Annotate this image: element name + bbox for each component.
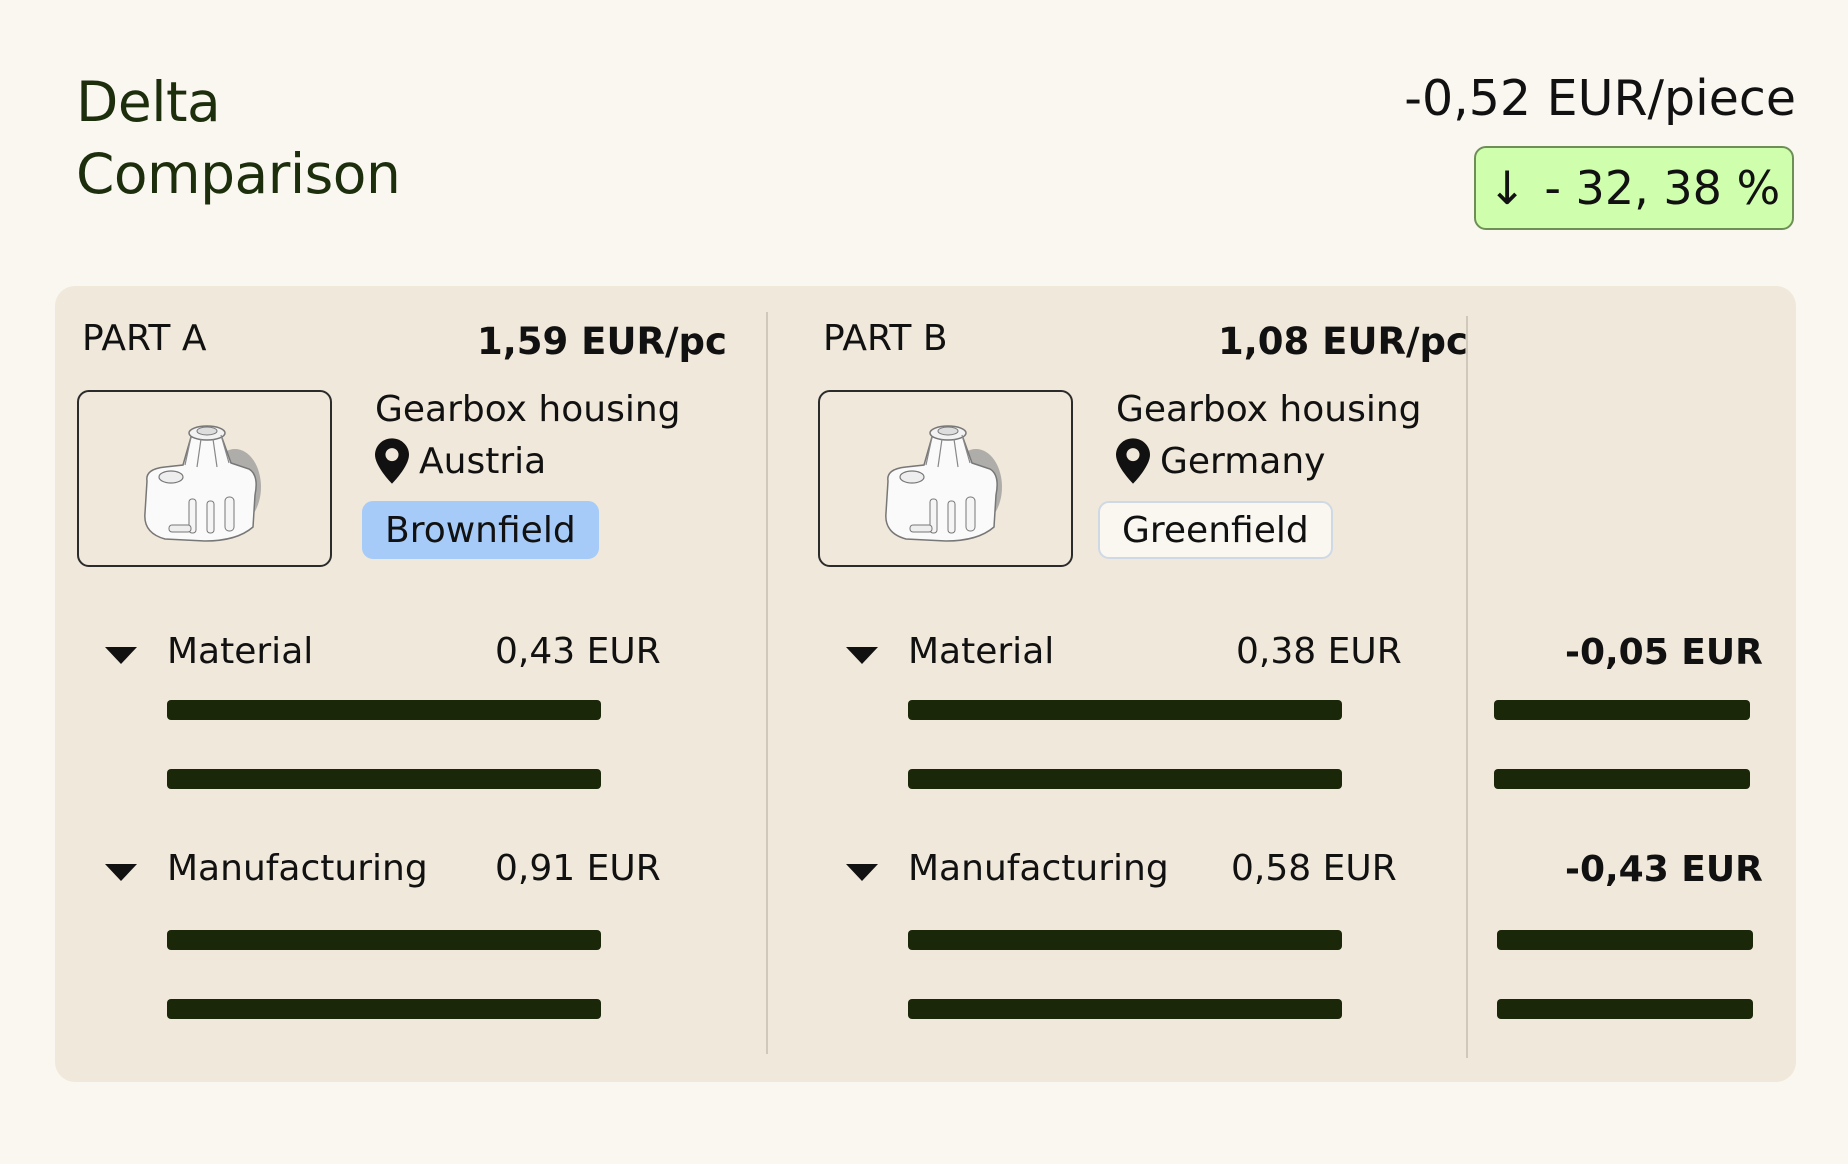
part-name: Gearbox housing (375, 389, 681, 430)
cost-bar (167, 999, 601, 1019)
arrow-down-icon: ↓ (1487, 161, 1527, 215)
part-a-column: PART A 1,59 EUR/pc Gearbox housing Austr… (55, 286, 795, 1082)
part-b-column: PART B 1,08 EUR/pc Gearbox housing Germa… (796, 286, 1468, 1082)
category-value: 0,38 EUR (1236, 631, 1402, 672)
title-line-1: Delta (76, 70, 221, 134)
category-row-material[interactable]: Material 0,38 EUR (796, 631, 1446, 681)
delta-bar (1494, 700, 1750, 720)
delta-value-material: -0,05 EUR (1565, 632, 1763, 673)
cost-bar (908, 999, 1342, 1019)
delta-percent-badge: ↓ - 32, 38 % (1474, 146, 1794, 230)
delta-bar (1494, 769, 1750, 789)
part-price: 1,08 EUR/pc (1218, 320, 1468, 363)
part-thumbnail[interactable] (818, 390, 1073, 567)
comparison-panel: PART A 1,59 EUR/pc Gearbox housing Austr… (55, 286, 1796, 1082)
caret-down-icon[interactable] (105, 864, 137, 881)
cost-bar (167, 700, 601, 720)
site-type-tag: Greenfield (1098, 501, 1333, 559)
part-label: PART A (82, 318, 207, 359)
category-label: Manufacturing (908, 848, 1169, 889)
category-label: Manufacturing (167, 848, 428, 889)
location-pin-icon (375, 438, 409, 484)
delta-bar (1497, 999, 1753, 1019)
caret-down-icon[interactable] (846, 864, 878, 881)
cost-bar (908, 769, 1342, 789)
part-thumbnail[interactable] (77, 390, 332, 567)
part-label: PART B (823, 318, 948, 359)
location-text: Austria (419, 440, 547, 482)
category-row-manufacturing[interactable]: Manufacturing 0,58 EUR (796, 848, 1446, 898)
location-text: Germany (1160, 440, 1326, 482)
category-value: 0,58 EUR (1231, 848, 1397, 889)
delta-column: -0,05 EUR -0,43 EUR (1467, 286, 1796, 1082)
caret-down-icon[interactable] (846, 647, 878, 664)
category-row-manufacturing[interactable]: Manufacturing 0,91 EUR (55, 848, 705, 898)
gearbox-housing-icon (143, 424, 261, 542)
site-type-tag: Brownfield (362, 501, 599, 559)
category-value: 0,43 EUR (495, 631, 661, 672)
delta-bar (1497, 930, 1753, 950)
cost-bar (167, 930, 601, 950)
page-title: Delta Comparison (76, 66, 401, 210)
location-pin-icon (1116, 438, 1150, 484)
delta-total: -0,52 EUR/piece (1404, 70, 1796, 127)
caret-down-icon[interactable] (105, 647, 137, 664)
category-row-material[interactable]: Material 0,43 EUR (55, 631, 705, 681)
cost-bar (167, 769, 601, 789)
gearbox-housing-icon (884, 424, 1002, 542)
part-location: Austria (375, 438, 546, 484)
category-label: Material (167, 631, 314, 672)
part-name: Gearbox housing (1116, 389, 1422, 430)
cost-bar (908, 700, 1342, 720)
part-price: 1,59 EUR/pc (477, 320, 727, 363)
title-line-2: Comparison (76, 142, 401, 206)
category-label: Material (908, 631, 1055, 672)
cost-bar (908, 930, 1342, 950)
category-value: 0,91 EUR (495, 848, 661, 889)
delta-percent-value: - 32, 38 % (1544, 161, 1781, 215)
delta-value-manufacturing: -0,43 EUR (1565, 849, 1763, 890)
part-location: Germany (1116, 438, 1325, 484)
